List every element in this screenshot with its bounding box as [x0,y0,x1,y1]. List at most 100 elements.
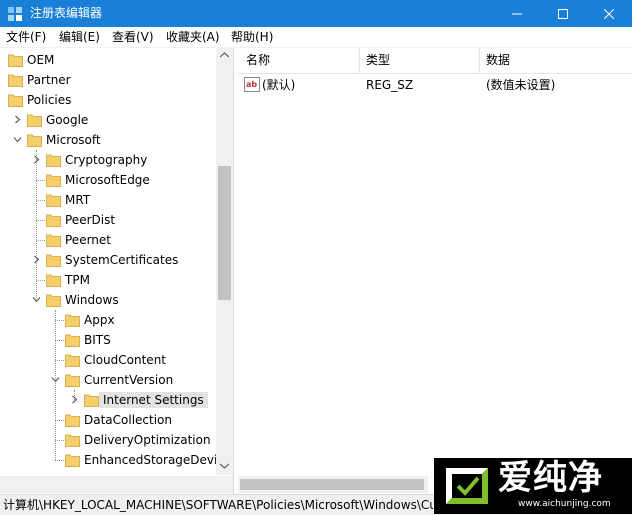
tree-item-label: EnhancedStorageDevic [84,453,224,467]
menu-favorites[interactable]: 收藏夹(A) [166,30,220,45]
tree-item-label: Internet Settings [99,392,208,408]
tree-item[interactable]: Cryptography [0,150,216,170]
folder-icon [46,274,61,287]
column-header-type[interactable]: 类型 [366,53,390,68]
tree-item-label: CurrentVersion [84,373,174,387]
maximize-icon [558,8,568,19]
title-bar[interactable]: 注册表编辑器 [0,0,632,27]
folder-icon [46,214,61,227]
tree-item[interactable]: Internet Settings [0,390,216,410]
values-scroll-thumb[interactable] [240,479,424,490]
minimize-button[interactable] [494,0,540,27]
tree-item[interactable]: OEM [0,50,216,70]
folder-icon [8,54,23,67]
value-name: (默认) [262,78,296,92]
column-header-name[interactable]: 名称 [246,53,270,68]
column-separator[interactable] [359,48,360,73]
tree-item[interactable]: CurrentVersion [0,370,216,390]
tree-item-label: PeerDist [65,213,116,227]
folder-icon [27,134,42,147]
chevron-right-icon[interactable] [32,155,41,164]
value-type: REG_SZ [366,78,414,92]
string-value-icon-text: ab [246,80,257,89]
folder-icon [65,354,80,367]
chevron-down-icon[interactable] [32,295,41,304]
folder-icon [46,294,61,307]
folder-icon [65,334,80,347]
string-value-icon: ab [244,77,260,92]
menu-view[interactable]: 查看(V) [112,30,154,45]
folder-icon [46,174,61,187]
menu-help[interactable]: 帮助(H) [231,30,273,45]
folder-icon [46,254,61,267]
column-header-data[interactable]: 数据 [486,53,510,68]
tree-item-label: Partner [27,73,71,87]
tree-item-label: DataCollection [84,413,173,427]
tree-item[interactable]: Windows [0,290,216,310]
tree-pane[interactable]: OEM Partner Policies Google Microsoft Cryptog… [0,48,234,494]
chevron-right-icon[interactable] [13,115,22,124]
tree-item[interactable]: EnhancedStorageDevic [0,450,224,470]
values-header: 名称 类型 数据 [238,48,632,74]
tree-item[interactable]: MicrosoftEdge [0,170,216,190]
value-row[interactable]: ab (默认) REG_SZ (数值未设置) [242,76,632,94]
tree-item[interactable]: MRT [0,190,216,210]
chevron-down-icon[interactable] [51,375,60,384]
tree-item-label: Appx [84,313,115,327]
tree-item[interactable]: BITS [0,330,216,350]
tree-item[interactable]: DeliveryOptimization [0,430,216,450]
values-horizontal-scrollbar[interactable] [238,476,428,493]
watermark-brand: 爱纯净 [498,458,603,498]
tree-item[interactable]: Appx [0,310,216,330]
menu-edit[interactable]: 编辑(E) [59,30,100,45]
tree-item[interactable]: DataCollection [0,410,216,430]
chevron-right-icon[interactable] [32,255,41,264]
tree-item[interactable]: Peernet [0,230,216,250]
tree-item[interactable]: TPM [0,270,216,290]
tree-item-label: Microsoft [46,133,101,147]
folder-icon [65,374,80,387]
tree-item-label: TPM [65,273,90,287]
tree-item[interactable]: Policies [0,90,216,110]
tree-item[interactable]: Partner [0,70,216,90]
tree-item[interactable]: Google [0,110,216,130]
tree-item[interactable]: Microsoft [0,130,216,150]
tree-scroll-thumb[interactable] [218,166,231,300]
folder-icon [65,314,80,327]
scroll-down-arrow-icon[interactable] [220,463,229,469]
column-separator[interactable] [479,48,480,73]
registry-editor-icon [8,7,22,21]
tree-item-label: MRT [65,193,91,207]
tree-item-label: MicrosoftEdge [65,173,150,187]
tree-item-label: Policies [27,93,72,107]
chevron-down-icon[interactable] [13,135,22,144]
tree-item[interactable]: SystemCertificates [0,250,216,270]
folder-icon [84,394,99,407]
tree-item-label: Peernet [65,233,111,247]
tree-item-label: Windows [65,293,119,307]
folder-icon [46,154,61,167]
tree-item[interactable]: PeerDist [0,210,216,230]
folder-icon [65,414,80,427]
folder-icon [46,234,61,247]
values-pane[interactable]: 名称 类型 数据 ab (默认) REG_SZ (数值未设置) [238,48,632,494]
tree-item[interactable]: CloudContent [0,350,216,370]
window-title: 注册表编辑器 [30,6,103,20]
watermark-logo-icon [446,468,488,504]
watermark: 爱纯净 www.aichunjing.com [434,458,632,514]
folder-icon [8,74,23,87]
close-button[interactable] [586,0,632,27]
folder-icon [46,194,61,207]
value-data: (数值未设置) [486,78,556,92]
tree-vertical-scrollbar[interactable] [216,48,233,475]
tree-item-label: Cryptography [65,153,148,167]
menu-bar: 文件(F) 编辑(E) 查看(V) 收藏夹(A) 帮助(H) [0,27,632,48]
scroll-up-arrow-icon[interactable] [220,52,229,58]
maximize-button[interactable] [540,0,586,27]
menu-file[interactable]: 文件(F) [6,30,46,45]
tree-horizontal-scrollbar[interactable] [0,476,233,493]
tree-item-label: Google [46,113,89,127]
folder-icon [27,114,42,127]
close-icon [604,8,614,19]
chevron-right-icon[interactable] [70,395,79,404]
